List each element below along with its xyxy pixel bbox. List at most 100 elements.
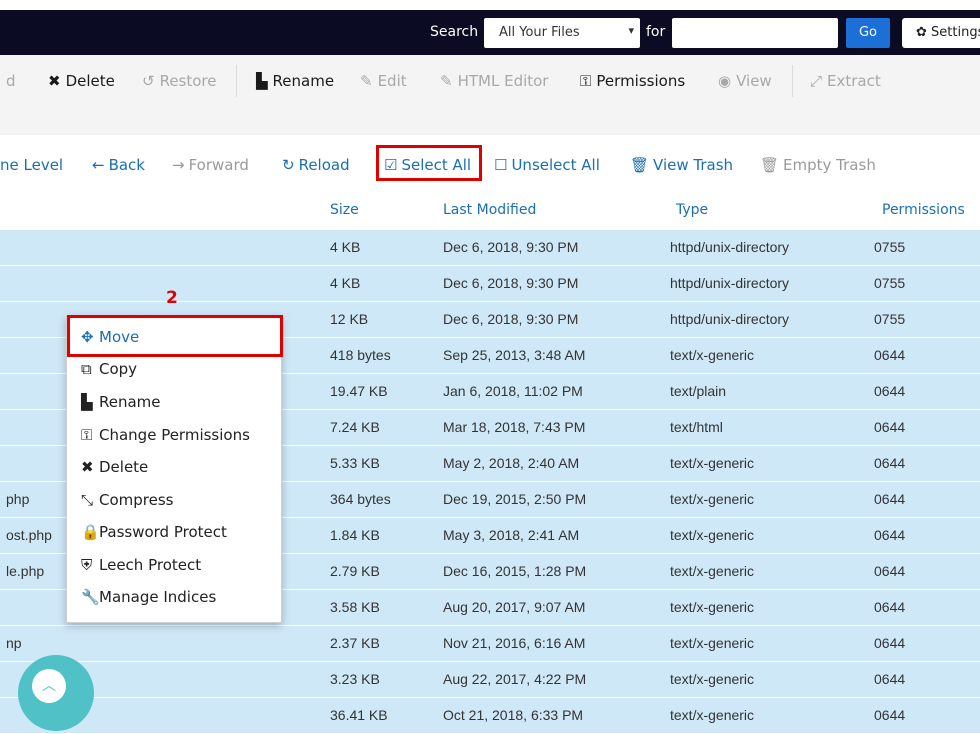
select-all-highlight-box: [376, 145, 482, 181]
file-table-header: Size Last Modified Type Permissions: [0, 190, 980, 231]
size-cell: 7.24 KB: [330, 419, 380, 435]
search-scope-select[interactable]: All Your Files ▾: [484, 18, 640, 48]
back-button[interactable]: ← Back: [92, 156, 145, 174]
restore-icon: ↺: [142, 72, 155, 90]
edit-label: Edit: [377, 72, 407, 90]
column-last-modified[interactable]: Last Modified: [443, 202, 536, 218]
key-icon: ⚿: [81, 426, 93, 444]
extract-button[interactable]: ⤢ Extract: [810, 72, 881, 90]
search-label: Search: [430, 24, 479, 40]
menu-item-rename[interactable]: ▙ Rename: [81, 393, 161, 411]
type-cell: text/plain: [670, 383, 727, 399]
column-type[interactable]: Type: [676, 202, 708, 218]
rename-label: Rename: [272, 72, 335, 90]
edit-icon: ✎: [440, 72, 453, 90]
size-cell: 19.47 KB: [330, 383, 388, 399]
size-cell: 364 bytes: [330, 491, 391, 507]
column-permissions[interactable]: Permissions: [882, 202, 965, 218]
permissions-cell: 0644: [874, 419, 906, 435]
modified-cell: Dec 6, 2018, 9:30 PM: [443, 311, 579, 327]
pencil-icon: ✎: [360, 72, 373, 90]
unselect-all-label: Unselect All: [511, 156, 600, 174]
column-size[interactable]: Size: [330, 202, 359, 218]
search-input[interactable]: [672, 18, 838, 48]
type-cell: text/x-generic: [670, 347, 755, 363]
search-scope-value: All Your Files: [499, 25, 580, 40]
type-cell: httpd/unix-directory: [670, 239, 790, 255]
view-trash-button[interactable]: 🗑 View Trash: [630, 156, 733, 174]
extract-label: Extract: [827, 72, 881, 90]
html-editor-button[interactable]: ✎ HTML Editor: [440, 72, 548, 90]
navigation-toolbar: ne Level ← Back → Forward ↻ Reload ☑ Select …: [0, 135, 980, 191]
context-menu: ✥ Move ⧉ Copy ▙ Rename ⚿ Change Permissions …: [66, 315, 282, 623]
type-cell: text/x-generic: [670, 635, 755, 651]
up-one-level-button[interactable]: ne Level: [0, 156, 63, 174]
permissions-cell: 0644: [874, 527, 906, 543]
view-button[interactable]: ◉ View: [718, 72, 772, 90]
permissions-cell: 0755: [874, 311, 906, 327]
file-name-cell: ost.php: [6, 527, 52, 543]
arrow-right-icon: →: [172, 156, 185, 174]
permissions-cell: 0644: [874, 635, 906, 651]
empty-trash-button[interactable]: 🗑 Empty Trash: [760, 156, 876, 174]
menu-item-compress[interactable]: ⤡ Compress: [81, 491, 173, 509]
reload-button[interactable]: ↻ Reload: [282, 156, 350, 174]
permissions-cell: 0644: [874, 491, 906, 507]
html-editor-label: HTML Editor: [457, 72, 549, 90]
modified-cell: Nov 21, 2016, 6:16 AM: [443, 635, 586, 651]
type-cell: text/x-generic: [670, 527, 755, 543]
type-cell: httpd/unix-directory: [670, 311, 790, 327]
table-row[interactable]: 4 KB Dec 6, 2018, 9:30 PM httpd/unix-direc…: [0, 266, 980, 302]
file-icon: ▙: [256, 72, 268, 90]
menu-item-manage-indices[interactable]: 🔧Manage Indices: [81, 588, 216, 606]
edit-button[interactable]: ✎ Edit: [360, 72, 407, 90]
move-highlight-box: [67, 315, 283, 357]
menu-item-password-protect[interactable]: 🔒Password Protect: [81, 523, 227, 541]
menu-item-copy[interactable]: ⧉ Copy: [81, 360, 137, 378]
permissions-button[interactable]: ⚿ Permissions: [580, 72, 685, 90]
modified-cell: Aug 22, 2017, 4:22 PM: [443, 671, 587, 687]
go-button[interactable]: Go: [846, 18, 890, 48]
permissions-cell: 0644: [874, 671, 906, 687]
size-cell: 3.23 KB: [330, 671, 380, 687]
settings-label: Settings: [931, 25, 980, 40]
reload-label: Reload: [298, 156, 350, 174]
unselect-all-button[interactable]: ☐ Unselect All: [494, 156, 600, 174]
menu-item-delete[interactable]: ✖ Delete: [81, 458, 148, 476]
copy-icon: ⧉: [81, 360, 92, 378]
menu-item-leech-protect[interactable]: ⛨ Leech Protect: [81, 556, 201, 574]
scroll-top-button[interactable]: ︿: [18, 655, 94, 731]
divider: [236, 65, 237, 97]
eye-icon: ◉: [718, 72, 732, 90]
toolbar-partial-item[interactable]: d: [6, 72, 16, 90]
wrench-icon: 🔧: [81, 588, 100, 606]
permissions-cell: 0644: [874, 383, 906, 399]
table-row[interactable]: np 2.37 KB Nov 21, 2016, 6:16 AM text/x-gen…: [0, 626, 980, 662]
rename-button[interactable]: ▙ Rename: [256, 72, 334, 90]
modified-cell: May 3, 2018, 2:41 AM: [443, 527, 580, 543]
divider: [792, 65, 793, 97]
delete-label: Delete: [65, 72, 115, 90]
type-cell: text/x-generic: [670, 599, 755, 615]
modified-cell: Oct 21, 2018, 6:33 PM: [443, 707, 584, 723]
permissions-cell: 0644: [874, 707, 906, 723]
table-row[interactable]: 3.23 KB Aug 22, 2017, 4:22 PM text/x-gener…: [0, 662, 980, 698]
modified-cell: Sep 25, 2013, 3:48 AM: [443, 347, 586, 363]
view-trash-label: View Trash: [653, 156, 734, 174]
file-name-cell: php: [6, 491, 30, 507]
delete-button[interactable]: ✖ Delete: [48, 72, 115, 90]
forward-label: Forward: [188, 156, 249, 174]
lock-icon: 🔒: [81, 523, 100, 541]
size-cell: 1.84 KB: [330, 527, 380, 543]
back-label: Back: [108, 156, 145, 174]
menu-item-change-permissions[interactable]: ⚿ Change Permissions: [81, 426, 250, 444]
settings-button[interactable]: ✿ Settings: [902, 18, 980, 48]
trash-icon: 🗑: [760, 156, 780, 174]
table-row[interactable]: 4 KB Dec 6, 2018, 9:30 PM httpd/unix-direc…: [0, 230, 980, 266]
size-cell: 36.41 KB: [330, 707, 388, 723]
table-row[interactable]: 36.41 KB Oct 21, 2018, 6:33 PM text/x-gene…: [0, 698, 980, 734]
restore-button[interactable]: ↺ Restore: [142, 72, 217, 90]
shield-icon: ⛨: [81, 556, 93, 574]
forward-button[interactable]: → Forward: [172, 156, 249, 174]
modified-cell: Mar 18, 2018, 7:43 PM: [443, 419, 586, 435]
